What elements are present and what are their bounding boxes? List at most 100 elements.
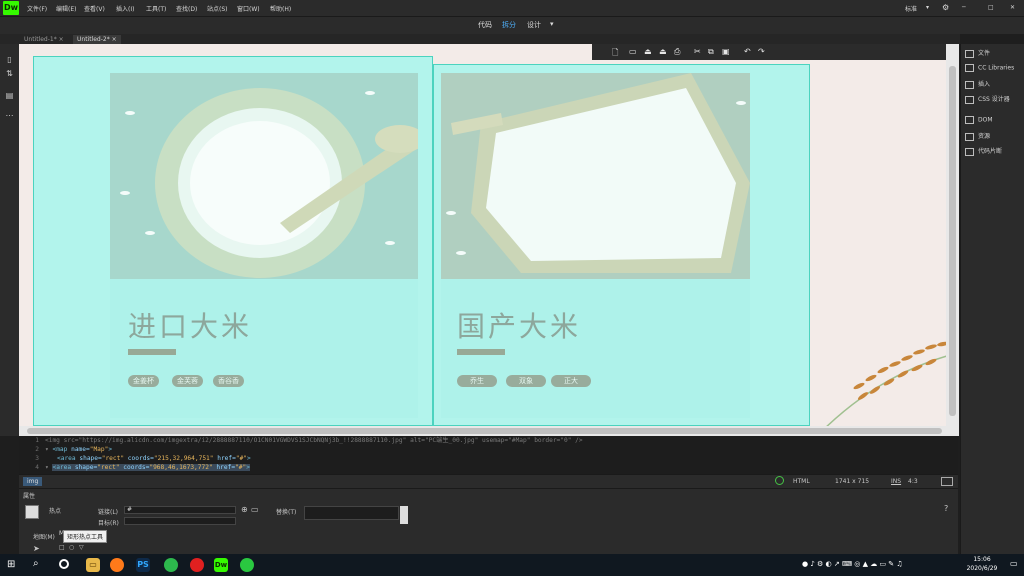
- doc-type-select[interactable]: HTML: [793, 478, 810, 485]
- rect-hotspot-tool-icon[interactable]: □: [59, 544, 65, 551]
- gear-icon[interactable]: ⚙: [942, 3, 949, 12]
- tab-untitled-2[interactable]: Untitled-2* ×: [73, 35, 121, 44]
- fold-icon[interactable]: ▾: [45, 464, 49, 471]
- tab-close-icon[interactable]: ×: [59, 36, 64, 43]
- code-line-2[interactable]: 2 ▾ <map name="Map">: [19, 445, 958, 454]
- search-icon[interactable]: ⌕: [33, 558, 39, 569]
- clock-date[interactable]: 2020/6/29: [960, 565, 1004, 572]
- firefox-icon[interactable]: [110, 558, 124, 572]
- tab-close-icon[interactable]: ×: [112, 36, 117, 43]
- panel-dom[interactable]: DOM: [965, 116, 993, 124]
- windows-start-icon[interactable]: ⊞: [7, 559, 19, 571]
- tooltip-rect-hotspot: 矩形热点工具: [63, 530, 108, 543]
- product-card-domestic[interactable]: 国产大米 乔生 双象 正大: [441, 73, 750, 418]
- tag-pill[interactable]: 乔生: [457, 375, 497, 387]
- design-view-button[interactable]: 设计: [527, 20, 541, 30]
- help-icon[interactable]: ?: [944, 504, 948, 513]
- clock-time[interactable]: 15:06: [962, 556, 1002, 563]
- workspace-switcher[interactable]: 标准: [905, 4, 917, 13]
- css-icon: [965, 95, 974, 104]
- menu-file[interactable]: 文件(F): [27, 4, 47, 13]
- new-file-icon[interactable]: 🗋: [612, 47, 618, 61]
- tag-pill[interactable]: 金姜杯: [128, 375, 159, 387]
- menu-view[interactable]: 查看(V): [84, 4, 105, 13]
- cut-icon[interactable]: ✂: [694, 47, 701, 56]
- dreamweaver-icon[interactable]: Dw: [214, 558, 228, 572]
- view-chevron-icon[interactable]: ▾: [550, 20, 554, 28]
- design-view[interactable]: 进口大米 金姜杯 金芙蓉 香谷香 国产大米 乔生 双象 正大: [19, 44, 959, 436]
- dreamweaver-logo: Dw: [3, 1, 19, 15]
- panel-files[interactable]: 文件: [965, 48, 990, 58]
- print-icon[interactable]: ⎙: [674, 47, 680, 57]
- panel-assets[interactable]: 资源: [965, 131, 990, 141]
- menu-find[interactable]: 查找(D): [176, 4, 197, 13]
- panel-insert[interactable]: 插入: [965, 79, 990, 89]
- vertical-scrollbar[interactable]: [946, 44, 959, 426]
- code-line-4[interactable]: 4 ▾ <area shape="rect" coords="968,46,167…: [19, 463, 958, 472]
- preview-icon[interactable]: [941, 477, 953, 486]
- workspace-chevron-icon[interactable]: ▾: [926, 4, 929, 11]
- menu-site[interactable]: 站点(S): [207, 4, 228, 13]
- panel-cc-libraries[interactable]: CC Libraries: [965, 64, 1014, 72]
- download-icon[interactable]: ⏏: [659, 47, 667, 56]
- insert-mode-indicator[interactable]: INS: [891, 478, 901, 485]
- more-icon[interactable]: ⋯: [4, 112, 15, 120]
- cortana-icon[interactable]: [59, 559, 69, 569]
- tag-pill[interactable]: 香谷香: [213, 375, 244, 387]
- alt-input[interactable]: [304, 506, 399, 520]
- menu-help[interactable]: 帮助(H): [270, 4, 291, 13]
- paste-icon[interactable]: ▣: [722, 47, 730, 56]
- window-size-select[interactable]: 1741 x 715: [835, 478, 869, 485]
- tag-selector[interactable]: img: [23, 477, 43, 486]
- link-input[interactable]: #: [124, 506, 236, 514]
- scroll-thumb[interactable]: [949, 66, 956, 416]
- validation-ok-icon[interactable]: [775, 476, 784, 485]
- upload-icon[interactable]: ⏏: [644, 47, 652, 56]
- file-icon[interactable]: ▯: [4, 56, 15, 64]
- notification-icon[interactable]: ▭: [1010, 559, 1018, 568]
- tab-untitled-1[interactable]: Untitled-1* ×: [20, 35, 68, 44]
- photoshop-icon[interactable]: PS: [136, 558, 150, 572]
- pointer-tool-icon[interactable]: ➤: [33, 544, 40, 553]
- system-tray-icons[interactable]: ● ♪ ⚙ ◐ ↗ ⌨ ◎ ▲ ☁ ▭ ✎ ♫: [802, 560, 903, 568]
- polygon-hotspot-tool-icon[interactable]: ▽: [79, 544, 84, 551]
- alt-label: 替换(T): [276, 509, 297, 516]
- copy-icon[interactable]: ⧉: [708, 47, 714, 57]
- file-explorer-icon[interactable]: ▭: [86, 558, 100, 572]
- netease-music-icon[interactable]: [190, 558, 204, 572]
- alt-scroll[interactable]: [400, 506, 408, 524]
- wechat-icon[interactable]: [240, 558, 254, 572]
- code-line-3[interactable]: 3 <area shape="rect" coords="215,32,964,7…: [19, 454, 958, 463]
- panel-snippets[interactable]: 代码片断: [965, 146, 1002, 156]
- menu-edit[interactable]: 编辑(E): [56, 4, 76, 13]
- split-view-button[interactable]: 拆分: [502, 20, 516, 30]
- code-line-1[interactable]: 1 <img src="https://img.alicdn.com/imgext…: [19, 436, 958, 445]
- maximize-button[interactable]: □: [988, 4, 994, 11]
- fold-icon[interactable]: ▾: [45, 446, 49, 453]
- target-select[interactable]: [124, 517, 236, 525]
- code-format-icon[interactable]: ▤: [4, 92, 15, 100]
- circle-hotspot-tool-icon[interactable]: ○: [69, 544, 74, 551]
- undo-icon[interactable]: ↶: [744, 47, 751, 56]
- tag-pill[interactable]: 正大: [551, 375, 591, 387]
- horizontal-scrollbar[interactable]: [19, 426, 959, 436]
- tag-pill[interactable]: 金芙蓉: [172, 375, 203, 387]
- hotspot-label: 热点: [49, 508, 62, 515]
- menu-window[interactable]: 窗口(W): [237, 4, 260, 13]
- close-button[interactable]: ✕: [1010, 4, 1015, 11]
- menu-tools[interactable]: 工具(T): [146, 4, 166, 13]
- redo-icon[interactable]: ↷: [758, 47, 765, 56]
- scroll-thumb[interactable]: [27, 428, 942, 434]
- tag-pill[interactable]: 双象: [506, 375, 546, 387]
- code-view-button[interactable]: 代码: [478, 20, 492, 30]
- browse-folder-icon[interactable]: ▭: [251, 505, 259, 514]
- code-view[interactable]: 1 <img src="https://img.alicdn.com/imgext…: [19, 436, 958, 474]
- arrange-icon[interactable]: ⇅: [4, 70, 15, 78]
- open-folder-icon[interactable]: ▭: [629, 47, 637, 56]
- menu-insert[interactable]: 插入(I): [116, 4, 134, 13]
- product-card-imported[interactable]: 进口大米 金姜杯 金芙蓉 香谷香: [110, 73, 418, 418]
- minimize-button[interactable]: ─: [962, 4, 966, 11]
- 360-browser-icon[interactable]: [164, 558, 178, 572]
- point-to-file-icon[interactable]: ⊕: [241, 505, 248, 514]
- panel-css-designer[interactable]: CSS 设计器: [965, 94, 1010, 104]
